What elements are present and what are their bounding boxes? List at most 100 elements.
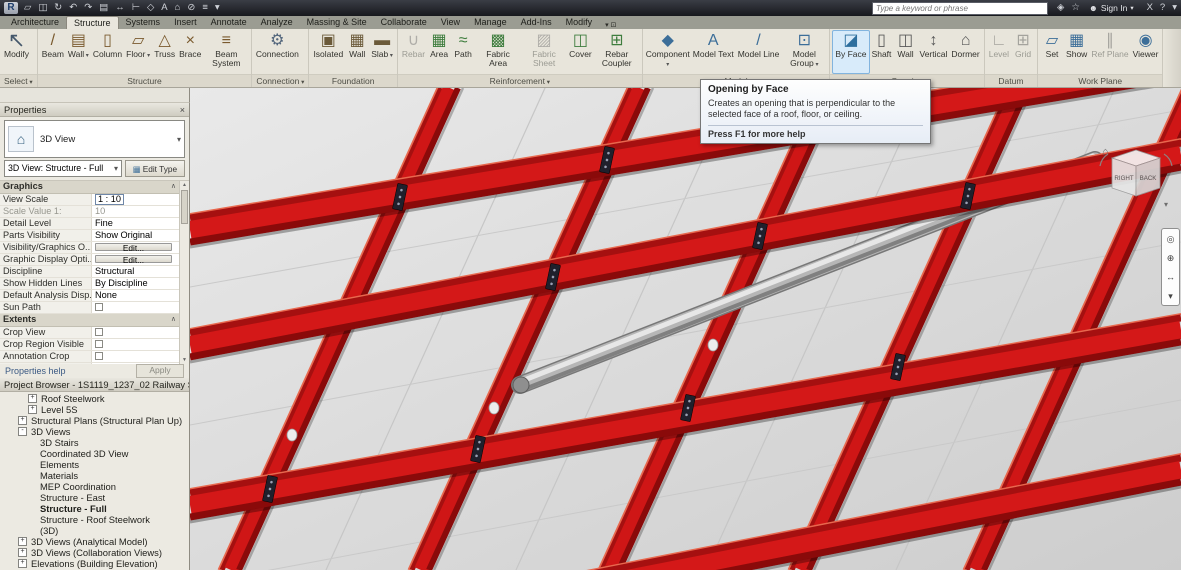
ribbon-button[interactable]: / Model Line (736, 30, 782, 74)
tree-expander-icon[interactable]: + (28, 394, 37, 403)
nav-menu-icon[interactable]: ▾ (1168, 291, 1173, 301)
tree-item[interactable]: (3D) (0, 525, 189, 536)
property-value[interactable] (92, 351, 180, 362)
property-value[interactable] (92, 302, 180, 313)
ribbon-button[interactable]: ▯ Shaft (870, 30, 894, 74)
property-row[interactable]: Visibility/Graphics O... Edit... (0, 242, 180, 254)
property-row[interactable]: Annotation Crop (0, 351, 180, 363)
ribbon-button[interactable]: ⊡ Model Group (781, 30, 827, 74)
ribbon-panel-label[interactable]: Datum (985, 74, 1037, 87)
ribbon-button[interactable]: ▣ Isolated (311, 30, 345, 74)
ribbon-tab[interactable]: Structure (66, 16, 119, 29)
ribbon-button[interactable]: ▦ Show (1064, 30, 1089, 74)
tree-item[interactable]: - 3D Views (0, 426, 189, 437)
property-row[interactable]: View Scale 1 : 10 (0, 194, 180, 206)
ribbon-button[interactable]: ▤ Wall (66, 30, 91, 74)
edit-type-button[interactable]: ▦ Edit Type (125, 160, 185, 177)
ribbon-button[interactable]: ▦ Area (427, 30, 451, 74)
ribbon-button[interactable]: ▬ Slab (369, 30, 395, 74)
property-row[interactable]: Crop View (0, 327, 180, 339)
property-value[interactable]: 1 : 10 (92, 194, 180, 205)
text-icon[interactable]: A (161, 1, 167, 15)
property-value[interactable] (92, 363, 180, 364)
ribbon-button[interactable]: ▱ Floor (124, 30, 152, 74)
tree-item[interactable]: + Structural Plans (Structural Plan Up) (0, 415, 189, 426)
redo-icon[interactable]: ↷ (84, 1, 92, 15)
tree-item[interactable]: Structure - East (0, 492, 189, 503)
ribbon-button[interactable]: ⌂ Dormer (949, 30, 981, 74)
ribbon-tab[interactable]: Massing & Site (300, 16, 374, 29)
pan-icon[interactable]: ↔ (1166, 272, 1175, 282)
help-icon[interactable]: ? (1160, 1, 1165, 15)
ribbon-tab[interactable]: Add-Ins (514, 16, 559, 29)
sign-in-button[interactable]: ☻ Sign In ▾ (1089, 3, 1134, 13)
properties-header[interactable]: Properties × (0, 103, 189, 117)
ribbon-button[interactable]: × Brace (177, 30, 203, 74)
property-value[interactable]: Edit... (92, 254, 180, 265)
ribbon-button[interactable]: ⊞ Rebar Coupler (594, 30, 640, 74)
property-row[interactable]: Crop Region Visible (0, 339, 180, 351)
ribbon-button[interactable]: ▩ Fabric Area (475, 30, 521, 74)
ribbon-button[interactable]: ▯ Column (91, 30, 124, 74)
close-icon[interactable]: × (176, 105, 185, 115)
thin-lines-icon[interactable]: ≡ (202, 1, 208, 15)
ribbon-tab[interactable]: Systems (119, 16, 168, 29)
checkbox[interactable] (95, 328, 103, 336)
tree-expander-icon[interactable]: + (18, 537, 27, 546)
save-icon[interactable]: ◫ (38, 1, 47, 15)
ribbon-tab[interactable]: Annotate (204, 16, 254, 29)
ribbon-panel-label[interactable]: Structure (38, 74, 252, 87)
property-row[interactable]: Default Analysis Disp... None (0, 290, 180, 302)
ribbon-button[interactable]: △ Truss (152, 30, 177, 74)
checkbox[interactable] (95, 352, 103, 360)
dimension-icon[interactable]: ⊢ (132, 1, 140, 15)
edit-button[interactable]: Edit... (95, 255, 172, 263)
ribbon-tab[interactable]: Manage (467, 16, 514, 29)
property-value[interactable] (92, 339, 180, 350)
ribbon-button[interactable]: ◆ Component (645, 30, 691, 74)
ribbon-tab[interactable]: Collaborate (374, 16, 434, 29)
qat-menu-icon[interactable]: ▾ (215, 1, 220, 15)
property-value[interactable]: Structural (92, 266, 180, 277)
tree-expander-icon[interactable]: - (18, 427, 27, 436)
property-row[interactable]: Sun Path (0, 302, 180, 314)
checkbox[interactable] (95, 303, 103, 311)
tree-item[interactable]: Materials (0, 470, 189, 481)
tag-icon[interactable]: ◇ (147, 1, 154, 15)
exchange-icon[interactable]: ◈ (1057, 1, 1064, 15)
ribbon-panel-label[interactable]: Work Plane (1038, 74, 1162, 87)
type-selector[interactable]: ⌂ 3D View ▾ (4, 120, 185, 158)
ribbon-state-toggle-icon[interactable]: ▾ ⊡ (599, 21, 622, 29)
scroll-up-icon[interactable]: ▲ (182, 181, 187, 189)
edit-button[interactable]: Edit... (95, 243, 172, 251)
search-input[interactable] (872, 2, 1048, 15)
property-value[interactable]: 10 (92, 206, 180, 217)
tree-item[interactable]: + Elevations (Building Elevation) (0, 558, 189, 569)
help-menu-icon[interactable]: ▾ (1172, 1, 1177, 15)
view-selector-combo[interactable]: 3D View: Structure - Full ▾ (4, 160, 122, 177)
tree-item[interactable]: Structure - Full (0, 503, 189, 514)
favorites-icon[interactable]: ☆ (1071, 1, 1080, 15)
property-row[interactable]: Detail Level Fine (0, 218, 180, 230)
ribbon-tab[interactable]: View (434, 16, 467, 29)
tree-item[interactable]: + Level 5S (0, 404, 189, 415)
ribbon-tab[interactable]: Modify (559, 16, 600, 29)
project-browser-header[interactable]: Project Browser - 1S1119_1237_02 Railway… (0, 378, 189, 392)
ribbon-tab[interactable]: Architecture (4, 16, 66, 29)
properties-help-link[interactable]: Properties help (5, 366, 66, 376)
property-value[interactable] (92, 327, 180, 338)
ribbon-button[interactable]: ◫ Cover (567, 30, 594, 74)
apply-button[interactable]: Apply (136, 364, 184, 378)
ribbon-button[interactable]: ▱ Set (1040, 30, 1064, 74)
print-icon[interactable]: ▤ (99, 1, 108, 15)
ribbon-button[interactable]: ∟ Level (987, 30, 1011, 74)
property-value[interactable]: None (92, 290, 180, 301)
sync-icon[interactable]: ↻ (54, 1, 62, 15)
application-menu-button[interactable]: R (4, 2, 18, 14)
ribbon-button[interactable]: ∪ Rebar (400, 30, 427, 74)
tree-item[interactable]: 3D Stairs (0, 437, 189, 448)
property-row[interactable]: Graphics (0, 181, 180, 194)
property-row[interactable]: Far Clip Active (0, 363, 180, 364)
tree-item[interactable]: + Roof Steelwork (0, 393, 189, 404)
tree-item[interactable]: Coordinated 3D View (0, 448, 189, 459)
